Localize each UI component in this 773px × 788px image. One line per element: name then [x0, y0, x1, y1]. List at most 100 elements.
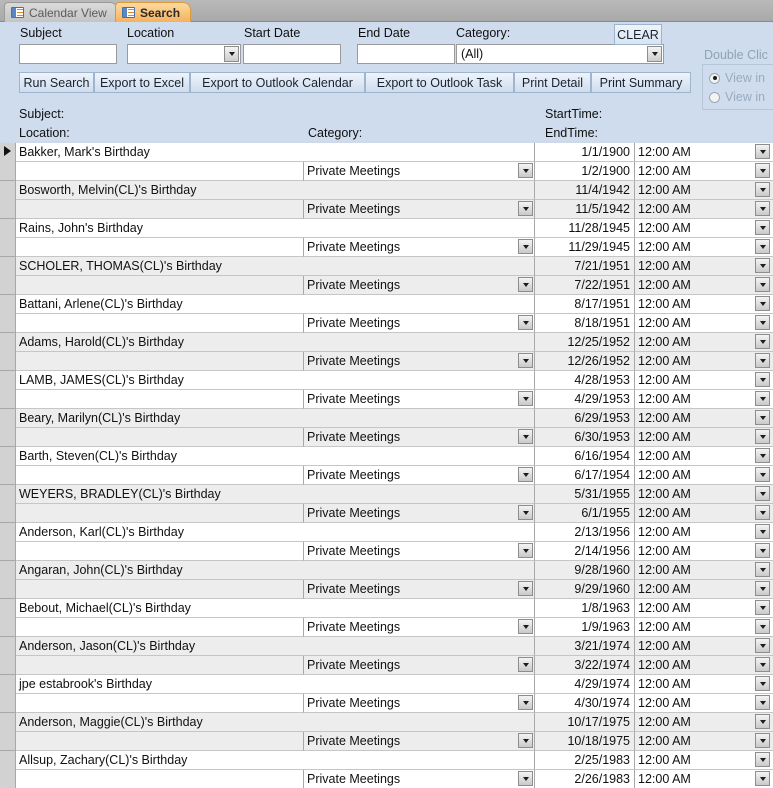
chevron-down-icon[interactable]	[755, 201, 770, 216]
chevron-down-icon[interactable]	[518, 543, 533, 558]
results-datasheet[interactable]: Bakker, Mark's Birthday 1/1/1900 12:00 AM P…	[0, 143, 773, 788]
cell-start-date[interactable]: 6/16/1954	[535, 447, 635, 466]
record-selector[interactable]	[0, 447, 16, 484]
chevron-down-icon[interactable]	[755, 448, 770, 463]
location-combo[interactable]	[127, 44, 241, 64]
chevron-down-icon[interactable]	[518, 619, 533, 634]
cell-start-time[interactable]: 12:00 AM	[635, 409, 753, 428]
chevron-down-icon[interactable]	[518, 277, 533, 292]
cell-start-date[interactable]: 8/17/1951	[535, 295, 635, 314]
cell-end-date[interactable]: 10/18/1975	[535, 732, 635, 751]
cell-subject[interactable]: Barth, Steven(CL)'s Birthday	[16, 447, 535, 466]
chevron-down-icon[interactable]	[755, 296, 770, 311]
cell-end-time[interactable]: 12:00 AM	[635, 390, 753, 409]
cell-subject[interactable]: WEYERS, BRADLEY(CL)'s Birthday	[16, 485, 535, 504]
table-row[interactable]: WEYERS, BRADLEY(CL)'s Birthday 5/31/1955 1…	[0, 485, 773, 523]
tab-calendar-view[interactable]: Calendar View	[4, 2, 118, 22]
chevron-down-icon[interactable]	[518, 315, 533, 330]
cell-start-combo[interactable]	[753, 295, 773, 314]
cell-start-date[interactable]: 4/28/1953	[535, 371, 635, 390]
chevron-down-icon[interactable]	[224, 46, 239, 62]
chevron-down-icon[interactable]	[755, 714, 770, 729]
cell-category[interactable]: Private Meetings	[304, 504, 535, 523]
cell-end-time[interactable]: 12:00 AM	[635, 542, 753, 561]
cell-subject[interactable]: Beary, Marilyn(CL)'s Birthday	[16, 409, 535, 428]
record-selector[interactable]	[0, 257, 16, 294]
cell-start-date[interactable]: 6/29/1953	[535, 409, 635, 428]
chevron-down-icon[interactable]	[755, 600, 770, 615]
cell-end-date[interactable]: 2/26/1983	[535, 770, 635, 788]
cell-end-date[interactable]: 1/2/1900	[535, 162, 635, 181]
table-row[interactable]: Anderson, Jason(CL)'s Birthday 3/21/1974 1…	[0, 637, 773, 675]
chevron-down-icon[interactable]	[755, 524, 770, 539]
chevron-down-icon[interactable]	[755, 771, 770, 786]
cell-category[interactable]: Private Meetings	[304, 580, 535, 599]
chevron-down-icon[interactable]	[518, 353, 533, 368]
cell-end-date[interactable]: 11/5/1942	[535, 200, 635, 219]
cell-start-time[interactable]: 12:00 AM	[635, 751, 753, 770]
cell-start-date[interactable]: 9/28/1960	[535, 561, 635, 580]
cell-start-time[interactable]: 12:00 AM	[635, 637, 753, 656]
cell-category[interactable]: Private Meetings	[304, 732, 535, 751]
cell-location[interactable]	[16, 732, 304, 751]
chevron-down-icon[interactable]	[755, 220, 770, 235]
cell-start-combo[interactable]	[753, 409, 773, 428]
chevron-down-icon[interactable]	[518, 695, 533, 710]
cell-start-date[interactable]: 12/25/1952	[535, 333, 635, 352]
table-row[interactable]: Beary, Marilyn(CL)'s Birthday 6/29/1953 12…	[0, 409, 773, 447]
cell-start-time[interactable]: 12:00 AM	[635, 599, 753, 618]
cell-start-combo[interactable]	[753, 713, 773, 732]
record-selector[interactable]	[0, 561, 16, 598]
table-row[interactable]: Barth, Steven(CL)'s Birthday 6/16/1954 12:…	[0, 447, 773, 485]
cell-category[interactable]: Private Meetings	[304, 542, 535, 561]
cell-end-time[interactable]: 12:00 AM	[635, 314, 753, 333]
table-row[interactable]: Angaran, John(CL)'s Birthday 9/28/1960 12:…	[0, 561, 773, 599]
cell-subject[interactable]: Anderson, Jason(CL)'s Birthday	[16, 637, 535, 656]
chevron-down-icon[interactable]	[755, 429, 770, 444]
cell-start-date[interactable]: 1/1/1900	[535, 143, 635, 162]
cell-start-date[interactable]: 4/29/1974	[535, 675, 635, 694]
chevron-down-icon[interactable]	[755, 144, 770, 159]
cell-start-date[interactable]: 11/28/1945	[535, 219, 635, 238]
cell-subject[interactable]: jpe estabrook's Birthday	[16, 675, 535, 694]
run-search-button[interactable]: Run Search	[19, 72, 94, 93]
record-selector[interactable]	[0, 713, 16, 750]
cell-start-combo[interactable]	[753, 485, 773, 504]
cell-start-time[interactable]: 12:00 AM	[635, 485, 753, 504]
chevron-down-icon[interactable]	[755, 752, 770, 767]
cell-location[interactable]	[16, 276, 304, 295]
cell-category[interactable]: Private Meetings	[304, 466, 535, 485]
cell-start-time[interactable]: 12:00 AM	[635, 675, 753, 694]
cell-end-combo[interactable]	[753, 352, 773, 371]
cell-start-time[interactable]: 12:00 AM	[635, 219, 753, 238]
cell-end-time[interactable]: 12:00 AM	[635, 162, 753, 181]
cell-location[interactable]	[16, 352, 304, 371]
chevron-down-icon[interactable]	[755, 258, 770, 273]
print-summary-button[interactable]: Print Summary	[591, 72, 691, 93]
chevron-down-icon[interactable]	[755, 467, 770, 482]
cell-end-date[interactable]: 2/14/1956	[535, 542, 635, 561]
table-row[interactable]: Battani, Arlene(CL)'s Birthday 8/17/1951 1…	[0, 295, 773, 333]
cell-end-date[interactable]: 12/26/1952	[535, 352, 635, 371]
cell-subject[interactable]: Adams, Harold(CL)'s Birthday	[16, 333, 535, 352]
record-selector[interactable]	[0, 143, 16, 180]
radio-option-view-in-1[interactable]: View in	[709, 71, 765, 85]
chevron-down-icon[interactable]	[755, 486, 770, 501]
cell-end-time[interactable]: 12:00 AM	[635, 770, 753, 788]
cell-end-date[interactable]: 3/22/1974	[535, 656, 635, 675]
category-combo[interactable]: (All)	[456, 44, 664, 64]
cell-category[interactable]: Private Meetings	[304, 314, 535, 333]
cell-category[interactable]: Private Meetings	[304, 352, 535, 371]
cell-location[interactable]	[16, 428, 304, 447]
cell-start-date[interactable]: 2/25/1983	[535, 751, 635, 770]
cell-location[interactable]	[16, 694, 304, 713]
table-row[interactable]: Bebout, Michael(CL)'s Birthday 1/8/1963 12…	[0, 599, 773, 637]
cell-location[interactable]	[16, 504, 304, 523]
cell-end-date[interactable]: 6/17/1954	[535, 466, 635, 485]
chevron-down-icon[interactable]	[755, 353, 770, 368]
cell-location[interactable]	[16, 656, 304, 675]
table-row[interactable]: Anderson, Maggie(CL)'s Birthday 10/17/197…	[0, 713, 773, 751]
cell-end-time[interactable]: 12:00 AM	[635, 276, 753, 295]
cell-location[interactable]	[16, 162, 304, 181]
chevron-down-icon[interactable]	[755, 505, 770, 520]
